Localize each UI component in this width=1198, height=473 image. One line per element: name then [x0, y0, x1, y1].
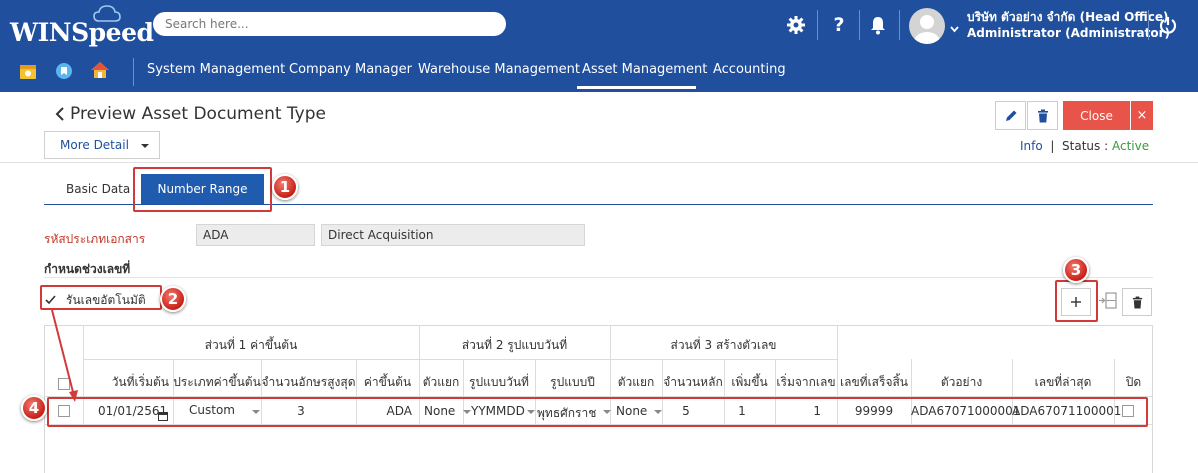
- header-divider: [1148, 10, 1149, 40]
- nav-divider: [133, 58, 134, 86]
- col-end-no: เลขที่เสร็จสิ้น: [840, 375, 908, 389]
- col-max-chars: จำนวนอักษรสูงสุด: [261, 375, 356, 389]
- delete-button[interactable]: [1027, 101, 1058, 130]
- more-detail-dropdown[interactable]: More Detail: [44, 131, 160, 159]
- delete-row-button[interactable]: [1122, 288, 1152, 316]
- nav-asset-management[interactable]: Asset Management: [582, 62, 707, 77]
- trash-icon: [1132, 296, 1142, 308]
- col-digits: จำนวนหลัก: [663, 375, 723, 389]
- doc-type-label: รหัสประเภทเอกสาร: [44, 232, 146, 246]
- pencil-icon: [1005, 110, 1016, 121]
- annotation-badge-2: 2: [160, 286, 186, 312]
- chevron-down-icon[interactable]: [950, 18, 959, 37]
- trash-icon: [1037, 109, 1048, 122]
- annotation-badge-4: 4: [21, 395, 47, 421]
- home-icon[interactable]: [90, 60, 110, 84]
- group-header-2: ส่วนที่ 2 รูปแบบวันที่: [461, 338, 568, 352]
- annotation-box-1: [133, 167, 272, 212]
- col-start-date: วันที่เริ่มต้น: [111, 375, 169, 389]
- col-example: ตัวอย่าง: [940, 375, 983, 389]
- header-divider: [859, 10, 860, 40]
- doc-name-field: Direct Acquisition: [321, 224, 585, 246]
- bookmark-icon[interactable]: [55, 62, 73, 84]
- doc-code-field: ADA: [196, 224, 315, 246]
- nav-accounting[interactable]: Accounting: [713, 62, 786, 77]
- col-last-no: เลขที่ล่าสุด: [1034, 375, 1092, 389]
- status-bar: Info | Status : Active: [1020, 139, 1149, 153]
- header-divider: [817, 10, 818, 40]
- group-header-1: ส่วนที่ 1 ค่าขึ้นต้น: [204, 338, 298, 352]
- col-prefix-type: ประเภทค่าขึ้นต้น: [173, 375, 261, 389]
- col-date-format: รูปแบบวันที่: [469, 375, 529, 389]
- annotation-badge-3: 3: [1063, 257, 1089, 283]
- status-divider: |: [1046, 139, 1059, 153]
- col-increment: เพิ่มขึ้น: [731, 375, 768, 389]
- insert-row-icon[interactable]: [1098, 290, 1118, 316]
- col-start-from: เริ่มจากเลข: [776, 375, 836, 389]
- info-link[interactable]: Info: [1020, 139, 1043, 153]
- annotation-box-2: [40, 285, 162, 310]
- app-root: WINSpeed ? บริษัท ตัวอย่าง จำกัด (Head O…: [0, 0, 1198, 473]
- nav-company-manager[interactable]: Company Manager: [289, 62, 412, 77]
- power-icon[interactable]: [1156, 12, 1180, 38]
- close-button[interactable]: Close: [1063, 101, 1130, 130]
- group-header-3: ส่วนที่ 3 สร้างตัวเลข: [670, 338, 777, 352]
- col-prefix: ค่าขึ้นต้น: [363, 375, 412, 389]
- annotation-box-3: [1055, 280, 1098, 322]
- header-divider: [899, 10, 900, 40]
- close-icon[interactable]: ×: [1131, 101, 1153, 130]
- user-name: Administrator (Administrator): [967, 26, 1171, 40]
- top-header: WINSpeed ? บริษัท ตัวอย่าง จำกัด (Head O…: [0, 0, 1198, 92]
- avatar[interactable]: [909, 8, 945, 44]
- col-separator-2: ตัวแยก: [617, 375, 655, 389]
- col-year-format: รูปแบบปี: [550, 375, 595, 389]
- annotation-arrow: [51, 309, 78, 402]
- calendar-icon[interactable]: [19, 62, 37, 84]
- nav-warehouse-management[interactable]: Warehouse Management: [418, 62, 580, 77]
- nav-system-management[interactable]: System Management: [147, 62, 285, 77]
- edit-button[interactable]: [995, 101, 1026, 130]
- gear-icon[interactable]: [784, 12, 808, 38]
- status-label: Status: [1062, 139, 1101, 153]
- back-chevron-icon[interactable]: [53, 105, 67, 123]
- bell-icon[interactable]: [866, 12, 890, 38]
- col-closed: ปิด: [1125, 375, 1142, 389]
- caret-down-icon: [141, 144, 149, 148]
- help-icon[interactable]: ?: [827, 12, 851, 38]
- col-separator-1: ตัวแยก: [422, 375, 460, 389]
- page-title: Preview Asset Document Type: [70, 104, 326, 124]
- annotation-badge-1: 1: [272, 174, 298, 200]
- company-user-info[interactable]: บริษัท ตัวอย่าง จำกัด (Head Office) Admi…: [967, 9, 1170, 41]
- annotation-box-4: [47, 397, 1148, 427]
- tab-basic-data[interactable]: Basic Data: [66, 182, 130, 196]
- winspeed-logo: WINSpeed: [10, 18, 154, 47]
- header-divider-line: [0, 162, 1198, 163]
- more-detail-label: More Detail: [60, 138, 129, 152]
- section-divider: [44, 277, 1153, 278]
- status-colon: :: [1104, 139, 1109, 153]
- status-value: Active: [1112, 139, 1150, 153]
- nav-active-indicator: [577, 86, 696, 89]
- company-name: บริษัท ตัวอย่าง จำกัด (Head Office): [967, 10, 1169, 24]
- search-input[interactable]: [153, 12, 506, 36]
